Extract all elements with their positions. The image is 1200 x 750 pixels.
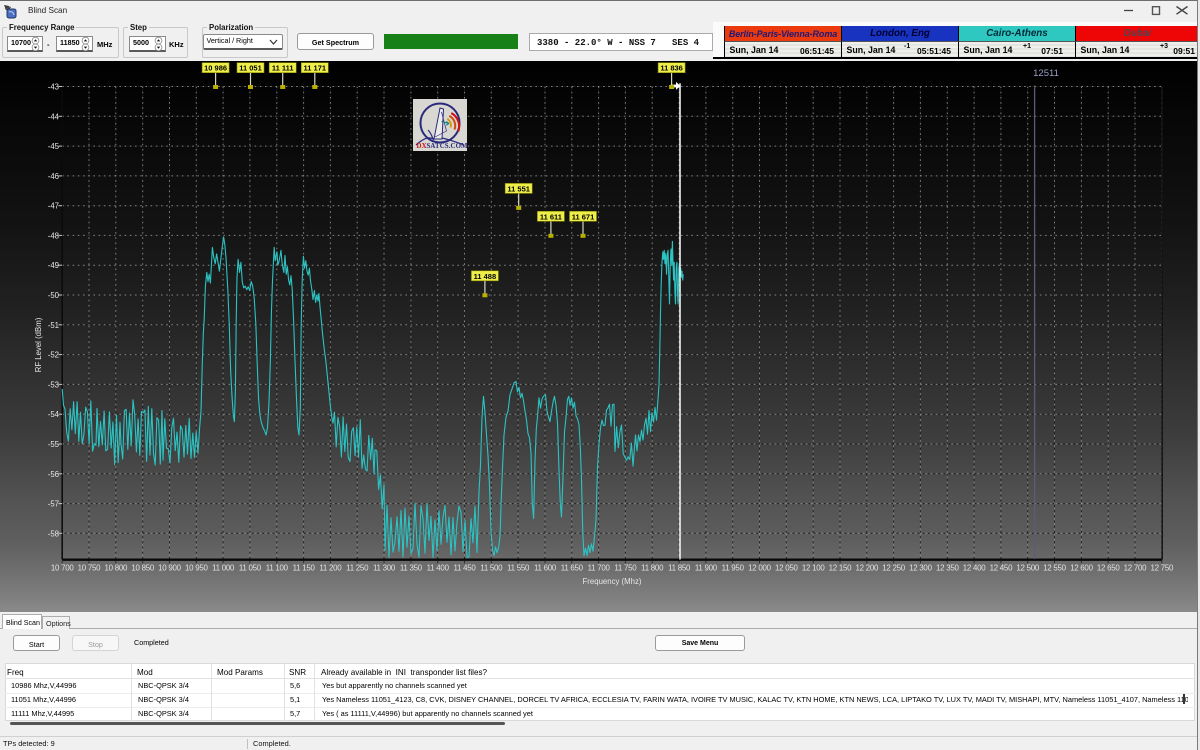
svg-text:12 000: 12 000: [748, 564, 771, 573]
svg-text:11 836: 11 836: [660, 64, 683, 73]
svg-text:12 200: 12 200: [855, 564, 878, 573]
svg-text:11 550: 11 550: [507, 564, 530, 573]
svg-text:-52: -52: [48, 351, 59, 360]
svg-text:11 111: 11 111: [272, 64, 294, 73]
svg-text:10 800: 10 800: [104, 564, 127, 573]
svg-text:10 750: 10 750: [78, 564, 101, 573]
svg-text:11 400: 11 400: [427, 564, 450, 573]
svg-text:-51: -51: [48, 321, 59, 330]
svg-text:12 500: 12 500: [1016, 564, 1039, 573]
svg-text:12 150: 12 150: [829, 564, 852, 573]
svg-text:11 350: 11 350: [400, 564, 423, 573]
svg-text:11 650: 11 650: [561, 564, 584, 573]
svg-text:12 400: 12 400: [963, 564, 986, 573]
svg-text:10 950: 10 950: [185, 564, 208, 573]
svg-text:-57: -57: [48, 500, 59, 509]
svg-text:11 100: 11 100: [266, 564, 289, 573]
svg-text:11 000: 11 000: [212, 564, 235, 573]
svg-text:-53: -53: [48, 380, 59, 389]
svg-text:DX: DX: [417, 143, 427, 150]
svg-text:11 450: 11 450: [453, 564, 476, 573]
svg-text:RF Level (dBm): RF Level (dBm): [34, 317, 43, 372]
svg-text:12 050: 12 050: [775, 564, 798, 573]
svg-text:11 750: 11 750: [614, 564, 637, 573]
svg-text:11 950: 11 950: [722, 564, 745, 573]
svg-text:11 150: 11 150: [293, 564, 316, 573]
svg-text:11 250: 11 250: [346, 564, 369, 573]
svg-text:12511: 12511: [1033, 68, 1059, 79]
svg-text:-47: -47: [48, 202, 59, 211]
svg-text:-50: -50: [48, 291, 60, 300]
svg-text:11 800: 11 800: [641, 564, 664, 573]
svg-text:SATCS.COM: SATCS.COM: [427, 143, 469, 150]
svg-text:12 700: 12 700: [1124, 564, 1147, 573]
svg-text:11 611: 11 611: [540, 212, 562, 221]
svg-text:10 986: 10 986: [204, 64, 227, 73]
svg-text:-46: -46: [48, 172, 59, 181]
svg-text:11 300: 11 300: [373, 564, 396, 573]
svg-text:11 051: 11 051: [239, 64, 262, 73]
svg-text:11 500: 11 500: [480, 564, 503, 573]
svg-text:-54: -54: [48, 410, 60, 419]
svg-text:-58: -58: [48, 529, 59, 538]
svg-text:-45: -45: [48, 142, 60, 151]
svg-text:11 850: 11 850: [668, 564, 691, 573]
svg-text:12 750: 12 750: [1150, 564, 1173, 573]
svg-text:12 300: 12 300: [909, 564, 932, 573]
svg-text:11 671: 11 671: [572, 212, 595, 221]
svg-text:-44: -44: [48, 112, 60, 121]
svg-text:12 650: 12 650: [1097, 564, 1120, 573]
svg-text:12 600: 12 600: [1070, 564, 1093, 573]
svg-text:-56: -56: [48, 470, 59, 479]
svg-text:Frequency (Mhz): Frequency (Mhz): [583, 577, 642, 586]
svg-text:12 550: 12 550: [1043, 564, 1066, 573]
svg-text:10 900: 10 900: [158, 564, 181, 573]
svg-text:11 900: 11 900: [695, 564, 718, 573]
svg-text:11 050: 11 050: [239, 564, 262, 573]
svg-text:10 700: 10 700: [51, 564, 74, 573]
svg-text:11 700: 11 700: [588, 564, 611, 573]
svg-text:11 488: 11 488: [474, 272, 497, 281]
svg-text:10 850: 10 850: [131, 564, 154, 573]
svg-text:-49: -49: [48, 261, 59, 270]
svg-text:-48: -48: [48, 231, 59, 240]
svg-text:11 171: 11 171: [304, 64, 327, 73]
svg-text:11 200: 11 200: [319, 564, 342, 573]
svg-text:12 350: 12 350: [936, 564, 959, 573]
svg-text:12 250: 12 250: [882, 564, 905, 573]
svg-text:-43: -43: [48, 83, 59, 92]
svg-text:-55: -55: [48, 440, 60, 449]
svg-text:12 450: 12 450: [990, 564, 1013, 573]
svg-text:11 551: 11 551: [507, 184, 530, 193]
svg-text:12 100: 12 100: [802, 564, 825, 573]
svg-text:11 600: 11 600: [534, 564, 557, 573]
